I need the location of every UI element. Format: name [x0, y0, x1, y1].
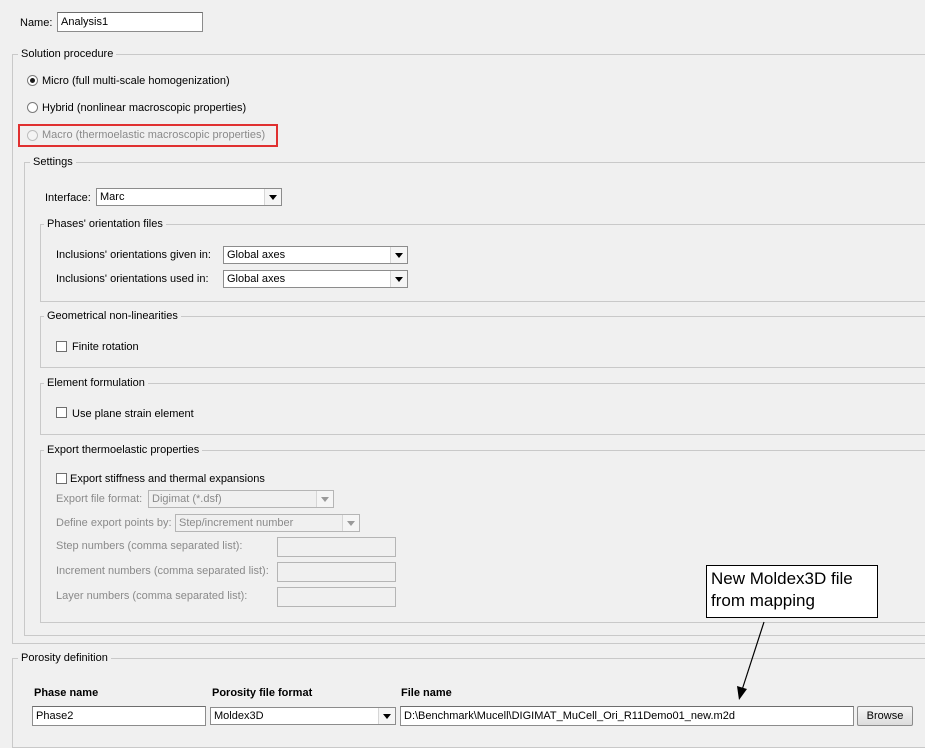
annotation-arrow: [737, 621, 765, 700]
annotation-arrow-head: [737, 686, 747, 700]
annotation-arrow-line: [741, 621, 765, 691]
